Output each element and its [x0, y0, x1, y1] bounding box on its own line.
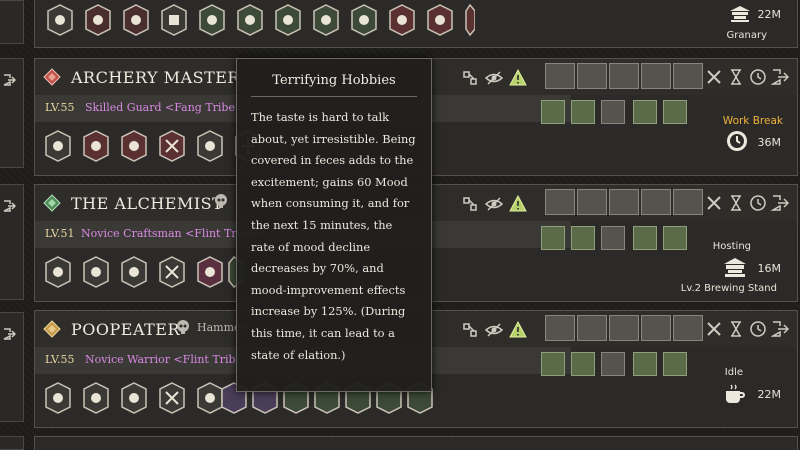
trait-icons[interactable]	[43, 255, 243, 289]
exit-icon[interactable]	[771, 68, 789, 86]
rank-gem-icon	[43, 68, 61, 86]
crossed-tools-icon[interactable]	[705, 194, 723, 212]
work-slot[interactable]	[641, 315, 671, 341]
work-slot[interactable]	[609, 63, 639, 89]
status-label: Work Break	[722, 115, 783, 127]
pal-level: LV.55	[45, 353, 75, 366]
hide-icon[interactable]	[485, 69, 503, 87]
status-time: 36M	[757, 136, 782, 149]
pal-name: POOPEATER	[71, 320, 181, 339]
hide-icon[interactable]	[485, 195, 503, 213]
exit-icon[interactable]	[771, 194, 789, 212]
status-time: 22M	[757, 8, 782, 21]
pal-name: ARCHERY MASTER	[71, 68, 240, 87]
work-suitability-slot[interactable]	[571, 352, 595, 376]
trait-icons	[47, 3, 475, 37]
crossed-tools-icon[interactable]	[705, 68, 723, 86]
skull-icon	[215, 194, 227, 208]
sort-icon[interactable]	[461, 69, 479, 87]
work-suitability-slot[interactable]	[663, 226, 687, 250]
work-slot[interactable]	[673, 315, 703, 341]
pal-title: Novice Warrior <Flint Tribe>	[85, 353, 252, 366]
exit-icon[interactable]	[771, 320, 789, 338]
work-suitability-slot[interactable]	[663, 352, 687, 376]
work-suitability-slot[interactable]	[601, 226, 625, 250]
facility-name: Lv.2 Brewing Stand	[680, 283, 777, 294]
left-panel-sliver[interactable]	[0, 436, 24, 450]
tooltip-description: The taste is hard to talk about, yet irr…	[251, 110, 416, 362]
work-suitability-slot[interactable]	[663, 100, 687, 124]
work-slot[interactable]	[577, 189, 607, 215]
hide-icon[interactable]	[485, 321, 503, 339]
work-slot[interactable]	[545, 63, 575, 89]
pal-name: THE ALCHEMIST	[71, 194, 224, 213]
brewing-stand-icon	[724, 258, 746, 277]
work-break-icon	[727, 131, 747, 151]
pal-level: LV.51	[45, 227, 75, 240]
work-suitability-slot[interactable]	[571, 226, 595, 250]
work-suitability-slot[interactable]	[541, 352, 565, 376]
warning-icon[interactable]	[509, 69, 527, 87]
hourglass-icon[interactable]	[727, 68, 745, 86]
status-time: 16M	[757, 262, 782, 275]
work-slot[interactable]	[641, 189, 671, 215]
left-panel-sliver[interactable]	[0, 184, 24, 300]
rank-gem-icon	[43, 320, 61, 338]
work-slot[interactable]	[609, 315, 639, 341]
work-suitability-slot[interactable]	[541, 226, 565, 250]
crossed-tools-icon[interactable]	[705, 320, 723, 338]
granary-icon	[730, 6, 750, 22]
work-slot[interactable]	[545, 315, 575, 341]
sort-icon[interactable]	[461, 195, 479, 213]
coffee-cup-icon	[726, 384, 745, 403]
left-panel-sliver[interactable]	[0, 312, 24, 422]
work-slot[interactable]	[545, 189, 575, 215]
pal-card-bottom[interactable]	[34, 436, 798, 450]
clock-icon[interactable]	[749, 194, 767, 212]
work-suitability-slot[interactable]	[601, 100, 625, 124]
warning-icon[interactable]	[509, 321, 527, 339]
status-label: Idle	[724, 367, 743, 378]
work-suitability-slot[interactable]	[541, 100, 565, 124]
left-panel-sliver[interactable]	[0, 0, 24, 44]
skull-icon	[177, 320, 189, 334]
pal-card-top[interactable]: 22M Granary	[34, 0, 798, 48]
clock-icon[interactable]	[749, 68, 767, 86]
tooltip-title: Terrifying Hobbies	[251, 73, 417, 97]
work-slot[interactable]	[609, 189, 639, 215]
facility-name: Granary	[726, 30, 767, 41]
pal-level: LV.55	[45, 101, 75, 114]
trait-tooltip: Terrifying Hobbies The taste is hard to …	[236, 58, 432, 392]
work-slot[interactable]	[673, 189, 703, 215]
work-suitability-slot[interactable]	[633, 100, 657, 124]
work-suitability-slot[interactable]	[601, 352, 625, 376]
left-panel-sliver[interactable]	[0, 58, 24, 168]
work-suitability-slot[interactable]	[633, 352, 657, 376]
work-slot[interactable]	[577, 63, 607, 89]
work-slot[interactable]	[673, 63, 703, 89]
exit-icon[interactable]	[2, 327, 16, 341]
status-label: Hosting	[712, 241, 751, 252]
work-slot[interactable]	[641, 63, 671, 89]
sort-icon[interactable]	[461, 321, 479, 339]
rank-gem-icon	[43, 194, 61, 212]
exit-icon[interactable]	[2, 199, 16, 213]
trait-row	[45, 3, 475, 37]
hourglass-icon[interactable]	[727, 194, 745, 212]
work-suitability-slot[interactable]	[571, 100, 595, 124]
exit-icon[interactable]	[2, 73, 16, 87]
clock-icon[interactable]	[749, 320, 767, 338]
work-slot[interactable]	[577, 315, 607, 341]
status-time: 22M	[757, 388, 782, 401]
warning-icon[interactable]	[509, 195, 527, 213]
work-suitability-slot[interactable]	[633, 226, 657, 250]
hourglass-icon[interactable]	[727, 320, 745, 338]
pal-title: Skilled Guard <Fang Tribe>	[85, 101, 245, 114]
